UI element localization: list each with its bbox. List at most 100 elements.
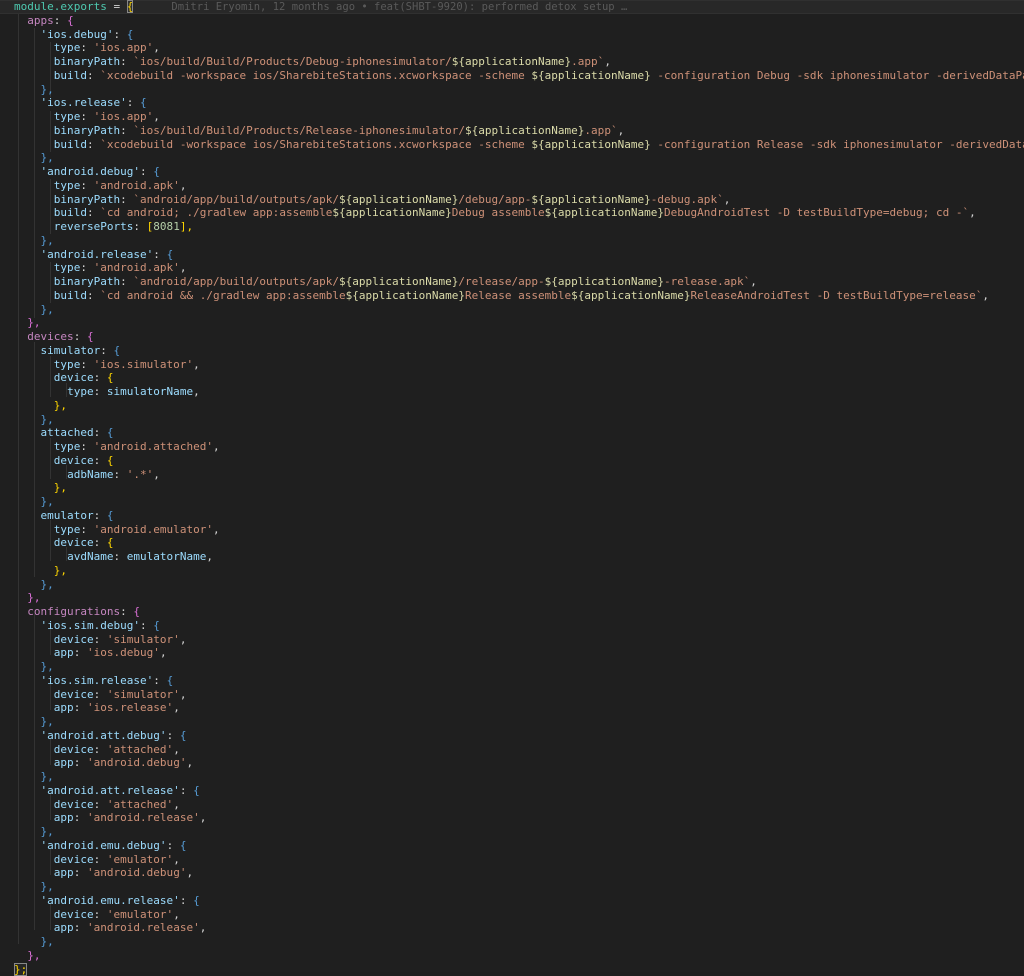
code-line[interactable]: build: `cd android && ./gradlew app:asse… — [14, 289, 1024, 303]
code-line[interactable]: 'ios.sim.release': { — [14, 674, 1024, 688]
code-line[interactable]: 'android.debug': { — [14, 165, 1024, 179]
code-line[interactable]: }, — [14, 303, 1024, 317]
open-brace: { — [193, 894, 200, 907]
code-line[interactable]: 'ios.release': { — [14, 96, 1024, 110]
close-brace: }, — [41, 880, 54, 893]
code-line[interactable]: app: 'android.release', — [14, 921, 1024, 935]
code-line[interactable]: binaryPath: `android/app/build/outputs/a… — [14, 275, 1024, 289]
code-line[interactable]: type: 'ios.app', — [14, 110, 1024, 124]
code-line[interactable]: }, — [14, 949, 1024, 963]
code-line[interactable]: build: `cd android; ./gradlew app:assemb… — [14, 206, 1024, 220]
code-line[interactable]: app: 'ios.release', — [14, 701, 1024, 715]
comma: , — [180, 261, 187, 274]
code-line[interactable]: }; — [14, 963, 1024, 976]
code-line[interactable]: 'android.att.release': { — [14, 784, 1024, 798]
code-line[interactable]: }, — [14, 151, 1024, 165]
code-line[interactable]: type: 'android.apk', — [14, 261, 1024, 275]
code-line[interactable]: }, — [14, 935, 1024, 949]
git-blame-annotation[interactable] — [133, 1, 171, 13]
code-line[interactable]: module.exports = { Dmitri Eryomin, 12 mo… — [14, 0, 1024, 14]
code-editor[interactable]: module.exports = { Dmitri Eryomin, 12 mo… — [0, 0, 1024, 972]
code-line[interactable]: binaryPath: `ios/build/Build/Products/De… — [14, 55, 1024, 69]
code-line[interactable]: }, — [14, 83, 1024, 97]
code-line[interactable]: device: { — [14, 536, 1024, 550]
assign-operator: = — [107, 0, 127, 13]
colon: : — [80, 41, 93, 54]
code-line[interactable]: reversePorts: [8081], — [14, 220, 1024, 234]
code-line[interactable]: binaryPath: `ios/build/Build/Products/Re… — [14, 124, 1024, 138]
colon: : — [100, 344, 113, 357]
code-line[interactable]: 'android.emu.release': { — [14, 894, 1024, 908]
code-line[interactable]: }, — [14, 399, 1024, 413]
template-literal-part: .app` — [571, 55, 604, 68]
code-line[interactable]: build: `xcodebuild -workspace ios/Shareb… — [14, 69, 1024, 83]
code-line[interactable]: configurations: { — [14, 605, 1024, 619]
value-emulator-name: emulatorName — [127, 550, 207, 563]
key-app: app — [54, 646, 74, 659]
code-line[interactable]: build: `xcodebuild -workspace ios/Shareb… — [14, 138, 1024, 152]
code-line[interactable]: }, — [14, 495, 1024, 509]
editor-gutter[interactable] — [0, 0, 14, 972]
value-type: 'ios.simulator' — [94, 358, 194, 371]
code-line[interactable]: device: 'emulator', — [14, 908, 1024, 922]
code-line[interactable]: }, — [14, 770, 1024, 784]
code-line[interactable]: device: 'attached', — [14, 798, 1024, 812]
code-line[interactable]: 'ios.sim.debug': { — [14, 619, 1024, 633]
code-line[interactable]: type: 'android.apk', — [14, 179, 1024, 193]
open-brace: { — [107, 509, 114, 522]
key-type: type — [54, 179, 81, 192]
comma: , — [200, 921, 207, 934]
code-content[interactable]: module.exports = { Dmitri Eryomin, 12 mo… — [14, 0, 1024, 972]
code-line[interactable]: type: 'ios.simulator', — [14, 358, 1024, 372]
key-binarypath: binaryPath — [54, 124, 120, 137]
code-line[interactable]: adbName: '.*', — [14, 468, 1024, 482]
git-blame-text[interactable]: Dmitri Eryomin, 12 months ago • feat(SHB… — [171, 1, 627, 13]
code-line[interactable]: }, — [14, 660, 1024, 674]
code-line[interactable]: device: 'attached', — [14, 743, 1024, 757]
code-line[interactable]: devices: { — [14, 330, 1024, 344]
code-line[interactable]: type: 'ios.app', — [14, 41, 1024, 55]
code-line[interactable]: type: 'android.attached', — [14, 440, 1024, 454]
code-line[interactable]: device: 'simulator', — [14, 688, 1024, 702]
code-line[interactable]: }, — [14, 413, 1024, 427]
code-line[interactable]: attached: { — [14, 426, 1024, 440]
code-line[interactable]: type: 'android.emulator', — [14, 523, 1024, 537]
code-line[interactable]: device: { — [14, 454, 1024, 468]
code-line[interactable]: device: 'simulator', — [14, 633, 1024, 647]
code-line[interactable]: app: 'android.release', — [14, 811, 1024, 825]
key-binarypath: binaryPath — [54, 55, 120, 68]
code-line[interactable]: simulator: { — [14, 344, 1024, 358]
code-line[interactable]: }, — [14, 715, 1024, 729]
template-literal-part: /debug/app- — [458, 193, 531, 206]
code-line[interactable]: 'android.emu.debug': { — [14, 839, 1024, 853]
colon: : — [74, 330, 87, 343]
comma: , — [153, 41, 160, 54]
code-line[interactable]: type: simulatorName, — [14, 385, 1024, 399]
code-line[interactable]: }, — [14, 316, 1024, 330]
colon: : — [120, 55, 133, 68]
code-line[interactable]: }, — [14, 234, 1024, 248]
code-line[interactable]: 'ios.debug': { — [14, 28, 1024, 42]
template-expression: ${applicationName} — [465, 124, 584, 137]
code-line[interactable]: binaryPath: `android/app/build/outputs/a… — [14, 193, 1024, 207]
open-brace: { — [153, 165, 160, 178]
close-brace: }, — [41, 151, 54, 164]
code-line[interactable]: }, — [14, 564, 1024, 578]
code-line[interactable]: }, — [14, 481, 1024, 495]
code-line[interactable]: device: 'emulator', — [14, 853, 1024, 867]
comma: , — [982, 289, 989, 302]
code-line[interactable]: }, — [14, 578, 1024, 592]
code-line[interactable]: app: 'android.debug', — [14, 756, 1024, 770]
code-line[interactable]: }, — [14, 591, 1024, 605]
open-brace: { — [140, 96, 147, 109]
code-line[interactable]: device: { — [14, 371, 1024, 385]
code-line[interactable]: 'android.att.debug': { — [14, 729, 1024, 743]
code-line[interactable]: emulator: { — [14, 509, 1024, 523]
code-line[interactable]: }, — [14, 825, 1024, 839]
code-line[interactable]: apps: { — [14, 14, 1024, 28]
code-line[interactable]: avdName: emulatorName, — [14, 550, 1024, 564]
code-line[interactable]: app: 'ios.debug', — [14, 646, 1024, 660]
code-line[interactable]: 'android.release': { — [14, 248, 1024, 262]
code-line[interactable]: }, — [14, 880, 1024, 894]
code-line[interactable]: app: 'android.debug', — [14, 866, 1024, 880]
